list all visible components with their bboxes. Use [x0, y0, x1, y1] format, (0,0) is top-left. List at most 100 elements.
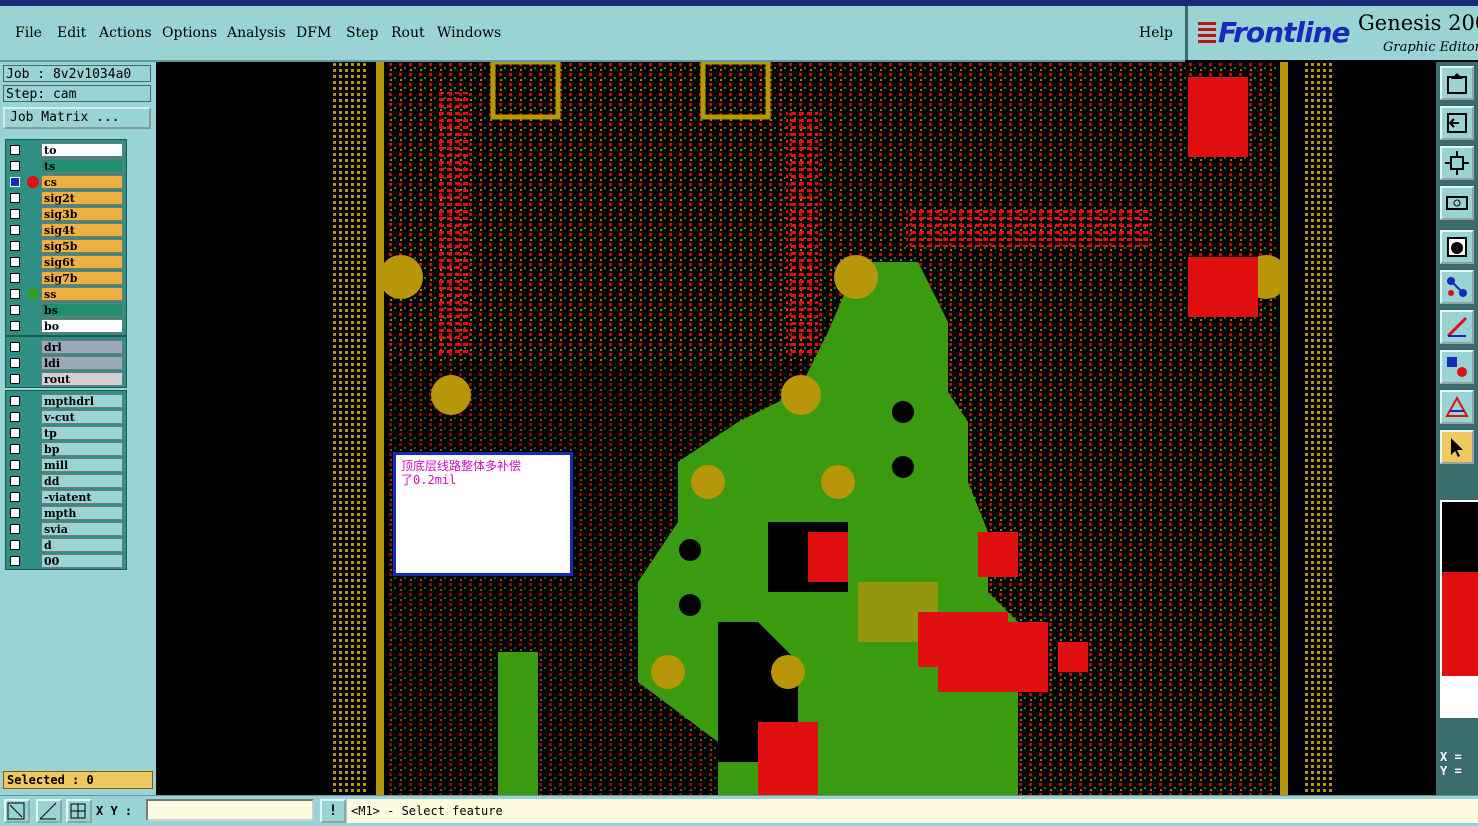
layer-checkbox[interactable] [10, 257, 20, 267]
layer-name[interactable]: v-cut [41, 410, 123, 424]
layer-row-v-cut[interactable]: v-cut [6, 409, 126, 425]
layer-row-mill[interactable]: mill [6, 457, 126, 473]
layer-checkbox[interactable] [10, 321, 20, 331]
layer-row-sig2t[interactable]: sig2t [6, 190, 126, 206]
layer-checkbox[interactable] [10, 193, 20, 203]
alert-button[interactable]: ! [320, 799, 346, 823]
layer-row-ts[interactable]: ts [6, 158, 126, 174]
layer-row-to[interactable]: to [6, 142, 126, 158]
shape-tool-button[interactable] [1440, 350, 1474, 384]
menu-file[interactable]: File [15, 25, 42, 41]
menu-rout[interactable]: Rout [391, 25, 425, 41]
menu-options[interactable]: Options [162, 25, 217, 41]
measure-button[interactable] [1440, 186, 1474, 220]
layer-checkbox[interactable] [10, 209, 20, 219]
menu-help[interactable]: Help [1139, 25, 1173, 41]
layer-checkbox[interactable] [10, 460, 20, 470]
layer-row-mpth[interactable]: mpth [6, 505, 126, 521]
layer-checkbox[interactable] [10, 428, 20, 438]
layer-name[interactable]: mpth [41, 506, 123, 520]
layer-row-tp[interactable]: tp [6, 425, 126, 441]
layer-name[interactable]: bs [41, 303, 123, 317]
layer-name[interactable]: bp [41, 442, 123, 456]
layer-row-ss[interactable]: ss [6, 286, 126, 302]
layer-name[interactable]: sig5b [41, 239, 123, 253]
layer-checkbox[interactable] [10, 508, 20, 518]
layer-row-sig4t[interactable]: sig4t [6, 222, 126, 238]
layer-row-cs[interactable]: cs [6, 174, 126, 190]
layer-name[interactable]: 00 [41, 554, 123, 568]
layer-name[interactable]: -viatent [41, 490, 123, 504]
graphic-canvas[interactable]: 顶底层线路整体多补偿 了0.2mil [158, 62, 1436, 795]
pad-tool-button[interactable] [1440, 230, 1474, 264]
layer-name[interactable]: dd [41, 474, 123, 488]
layer-row-sig5b[interactable]: sig5b [6, 238, 126, 254]
layer-name[interactable]: svia [41, 522, 123, 536]
layer-row-bs[interactable]: bs [6, 302, 126, 318]
layer-row-sig3b[interactable]: sig3b [6, 206, 126, 222]
layer-row-rout[interactable]: rout [6, 371, 126, 387]
layer-checkbox[interactable] [10, 412, 20, 422]
layer-name[interactable]: sig7b [41, 271, 123, 285]
layer-name[interactable]: to [41, 143, 123, 157]
menu-windows[interactable]: Windows [437, 25, 501, 41]
net-tool-button[interactable] [1440, 270, 1474, 304]
layer-checkbox[interactable] [10, 225, 20, 235]
zoom-out-button[interactable] [1440, 106, 1474, 140]
layer-name[interactable]: mill [41, 458, 123, 472]
layer-row-mpthdrl[interactable]: mpthdrl [6, 393, 126, 409]
layer-row-ldi[interactable]: ldi [6, 355, 126, 371]
layer-checkbox[interactable] [10, 161, 20, 171]
layer-name[interactable]: sig4t [41, 223, 123, 237]
layer-name[interactable]: d [41, 538, 123, 552]
coordinate-input[interactable] [146, 799, 314, 821]
grid-snap-button[interactable] [66, 799, 92, 823]
layer-row-svia[interactable]: svia [6, 521, 126, 537]
layer-row-d[interactable]: d [6, 537, 126, 553]
triangle-tool-button[interactable] [1440, 390, 1474, 424]
measure-mode-button[interactable] [36, 799, 62, 823]
layer-checkbox[interactable] [10, 374, 20, 384]
overview-minimap[interactable] [1440, 500, 1478, 718]
layer-checkbox[interactable] [10, 145, 20, 155]
layer-row-sig7b[interactable]: sig7b [6, 270, 126, 286]
layer-row-bo[interactable]: bo [6, 318, 126, 334]
layer-checkbox[interactable] [10, 556, 20, 566]
layer-name[interactable]: mpthdrl [41, 394, 123, 408]
layer-row-dd[interactable]: dd [6, 473, 126, 489]
layer-checkbox[interactable] [10, 492, 20, 502]
layer-checkbox[interactable] [10, 540, 20, 550]
layer-name[interactable]: ts [41, 159, 123, 173]
layer-checkbox[interactable] [10, 358, 20, 368]
layer-checkbox[interactable] [10, 396, 20, 406]
line-tool-button[interactable] [1440, 310, 1474, 344]
layer-checkbox[interactable] [10, 241, 20, 251]
fit-view-button[interactable] [1440, 146, 1474, 180]
layer-name[interactable]: rout [41, 372, 123, 386]
layer-name[interactable]: sig6t [41, 255, 123, 269]
layer-row-00[interactable]: 00 [6, 553, 126, 569]
home-view-button[interactable] [1440, 66, 1474, 100]
layer-name[interactable]: sig3b [41, 207, 123, 221]
layer-row-bp[interactable]: bp [6, 441, 126, 457]
menu-step[interactable]: Step [346, 25, 378, 41]
layer-name[interactable]: ldi [41, 356, 123, 370]
layer-checkbox[interactable] [10, 289, 20, 299]
layer-name[interactable]: drl [41, 340, 123, 354]
layer-checkbox[interactable] [10, 342, 20, 352]
layer-checkbox[interactable] [10, 524, 20, 534]
layer-name[interactable]: ss [41, 287, 123, 301]
layer-checkbox[interactable] [10, 476, 20, 486]
menu-dfm[interactable]: DFM [296, 25, 331, 41]
job-matrix-button[interactable]: Job Matrix ... [3, 107, 151, 129]
layer-checkbox[interactable] [10, 305, 20, 315]
layer-row-drl[interactable]: drl [6, 339, 126, 355]
layer-checkbox[interactable] [10, 444, 20, 454]
layer-name[interactable]: tp [41, 426, 123, 440]
select-tool-button[interactable] [1440, 430, 1474, 464]
layer-row--viatent[interactable]: -viatent [6, 489, 126, 505]
layer-checkbox[interactable] [10, 177, 20, 187]
layer-row-sig6t[interactable]: sig6t [6, 254, 126, 270]
menu-edit[interactable]: Edit [57, 25, 86, 41]
layer-name[interactable]: sig2t [41, 191, 123, 205]
